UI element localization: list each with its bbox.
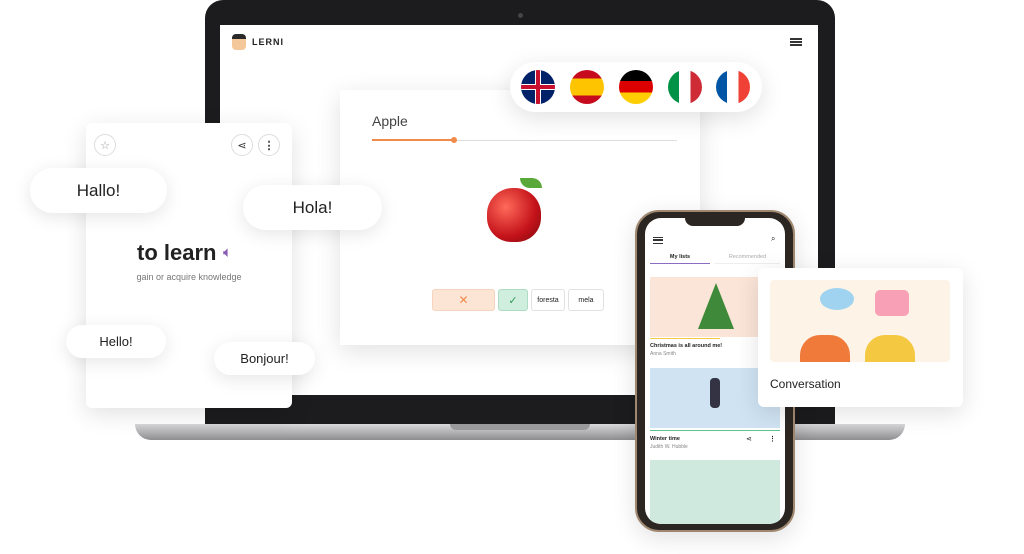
list-title[interactable]: Christmas is all around me!	[650, 343, 722, 349]
wrong-button[interactable]: ✕	[432, 289, 495, 311]
speaker-icon[interactable]: 🔈︎	[223, 244, 232, 261]
third-list-image	[650, 460, 780, 524]
list-author: Anna Smith	[650, 351, 676, 357]
menu-icon[interactable]	[790, 38, 802, 46]
more-icon[interactable]: ⋮	[769, 435, 776, 443]
laptop-notch	[450, 424, 590, 430]
christmas-progress	[650, 338, 720, 339]
share-icon[interactable]: ⋖	[746, 435, 752, 443]
logo-text: LERNI	[252, 37, 284, 47]
bubble-hello: Hello!	[66, 325, 166, 358]
apple-image	[487, 188, 541, 242]
option-mela[interactable]: mela	[568, 289, 604, 311]
conversation-card[interactable]: Conversation	[758, 268, 963, 407]
flashcard-definition: gain or acquire knowledge	[136, 272, 242, 282]
progress-fill	[372, 139, 455, 141]
list-author: Judith W. Hubble	[650, 444, 688, 450]
phone-search-icon[interactable]: ⌕	[771, 234, 775, 244]
bubble-hallo: Hallo!	[30, 168, 167, 213]
option-foresta[interactable]: foresta	[531, 289, 565, 311]
phone-menu-icon[interactable]	[653, 237, 663, 244]
phone-notch	[685, 218, 745, 226]
tab-my-lists[interactable]: My lists	[650, 254, 710, 264]
conversation-label: Conversation	[770, 377, 841, 391]
bubble-hola: Hola!	[243, 185, 382, 230]
more-icon[interactable]: ⋮	[258, 134, 280, 156]
conversation-image	[770, 280, 950, 362]
bubble-bonjour: Bonjour!	[214, 342, 315, 375]
flashcard-word: to learn	[137, 240, 217, 265]
share-icon[interactable]: ⋖	[231, 134, 253, 156]
spain-flag[interactable]	[570, 70, 604, 104]
correct-button[interactable]: ✓	[498, 289, 528, 311]
camera	[518, 13, 523, 18]
logo-icon	[232, 34, 246, 50]
tab-recommended[interactable]: Recommended	[715, 254, 780, 264]
list-title[interactable]: Winter time	[650, 436, 680, 442]
uk-flag[interactable]	[521, 70, 555, 104]
italy-flag[interactable]	[668, 70, 702, 104]
quiz-word: Apple	[372, 113, 408, 129]
winter-progress	[650, 430, 780, 431]
language-selector	[510, 62, 762, 112]
germany-flag[interactable]	[619, 70, 653, 104]
star-icon[interactable]: ☆	[94, 134, 116, 156]
france-flag[interactable]	[716, 70, 750, 104]
